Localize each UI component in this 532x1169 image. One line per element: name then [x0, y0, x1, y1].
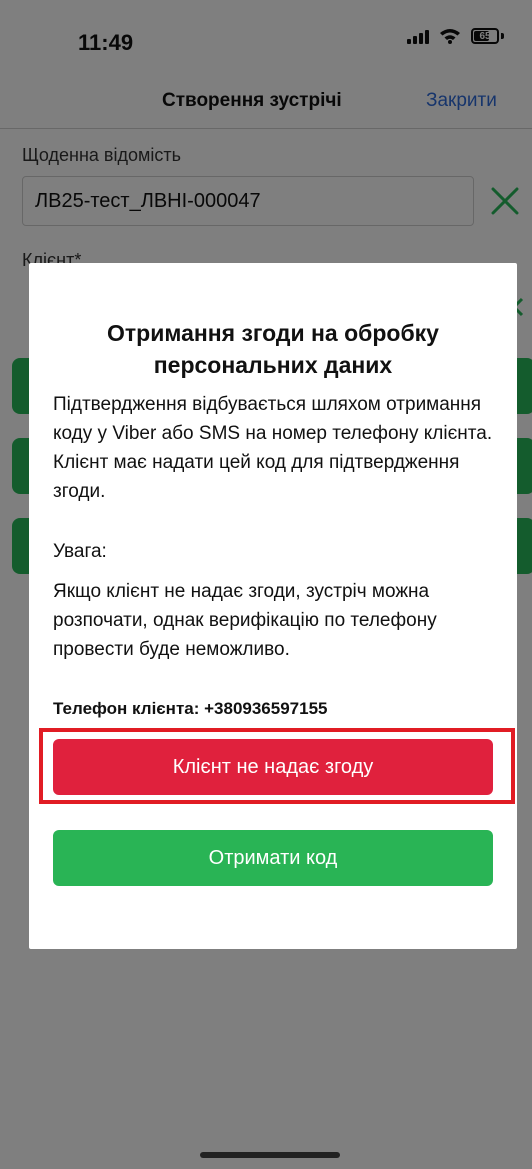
decline-consent-button[interactable]: Клієнт не надає згоду	[53, 739, 493, 795]
home-indicator[interactable]	[200, 1152, 340, 1158]
warning-label: Увага:	[53, 541, 107, 562]
app-screen: 11:49 65 Створення зустрічі Закрити Щ	[0, 0, 532, 1169]
get-code-button[interactable]: Отримати код	[53, 830, 493, 886]
client-phone: Телефон клієнта: +380936597155	[53, 699, 328, 718]
warning-text: Якщо клієнт не надає згоди, зустріч можн…	[53, 581, 437, 660]
dialog-description: Підтвердження відбувається шляхом отрима…	[53, 394, 493, 502]
dialog-title: Отримання згоди на обробку персональних …	[107, 320, 439, 378]
consent-dialog: Отримання згоди на обробку персональних …	[29, 263, 517, 949]
